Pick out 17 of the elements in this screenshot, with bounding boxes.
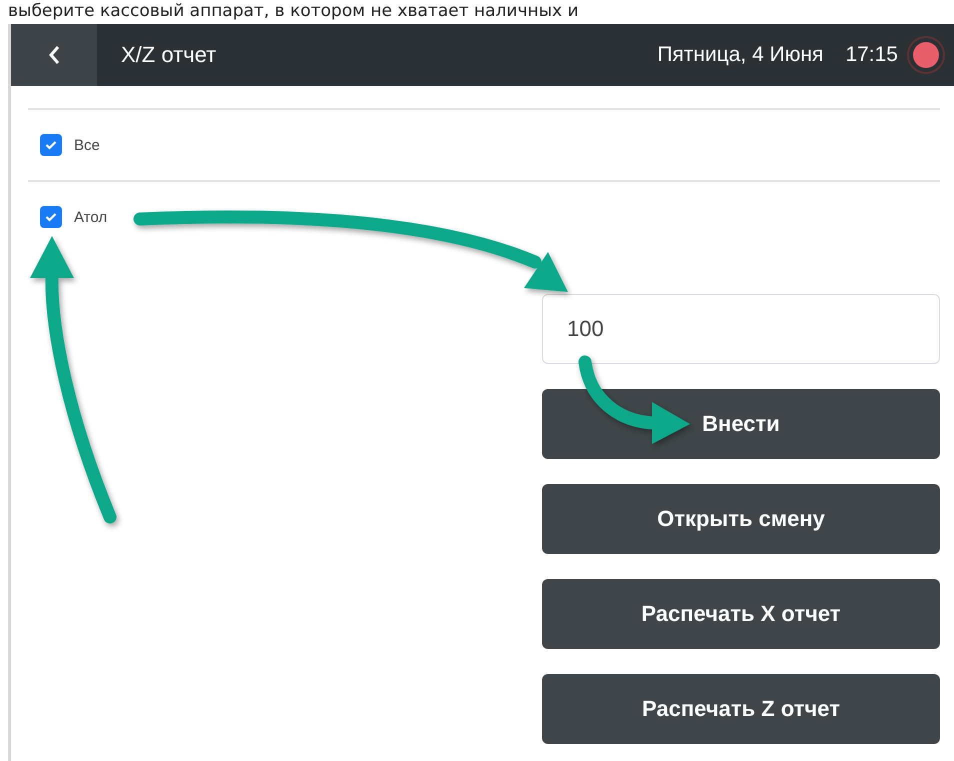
action-button[interactable]: Распечать Z отчет	[542, 674, 940, 744]
action-button[interactable]: Внести	[542, 389, 940, 459]
checkbox[interactable]	[40, 134, 62, 156]
record-icon	[906, 35, 946, 75]
check-icon	[45, 212, 57, 222]
screen-title: X/Z отчет	[121, 42, 218, 68]
date-text: Пятница, 4 Июня	[657, 43, 824, 67]
checkbox-label: Все	[74, 136, 100, 154]
checkbox-label: Атол	[74, 208, 108, 226]
time-text: 17:15	[845, 43, 898, 67]
amount-field[interactable]: 100	[542, 294, 940, 364]
chevron-left-icon	[48, 45, 60, 65]
instruction-text: выберите кассовый аппарат, в котором не хватает наличных и	[7, 0, 580, 23]
checkbox[interactable]	[40, 206, 62, 228]
check-icon	[45, 140, 57, 150]
action-button[interactable]: Распечать X отчет	[542, 579, 940, 649]
action-button[interactable]: Открыть смену	[542, 484, 940, 554]
